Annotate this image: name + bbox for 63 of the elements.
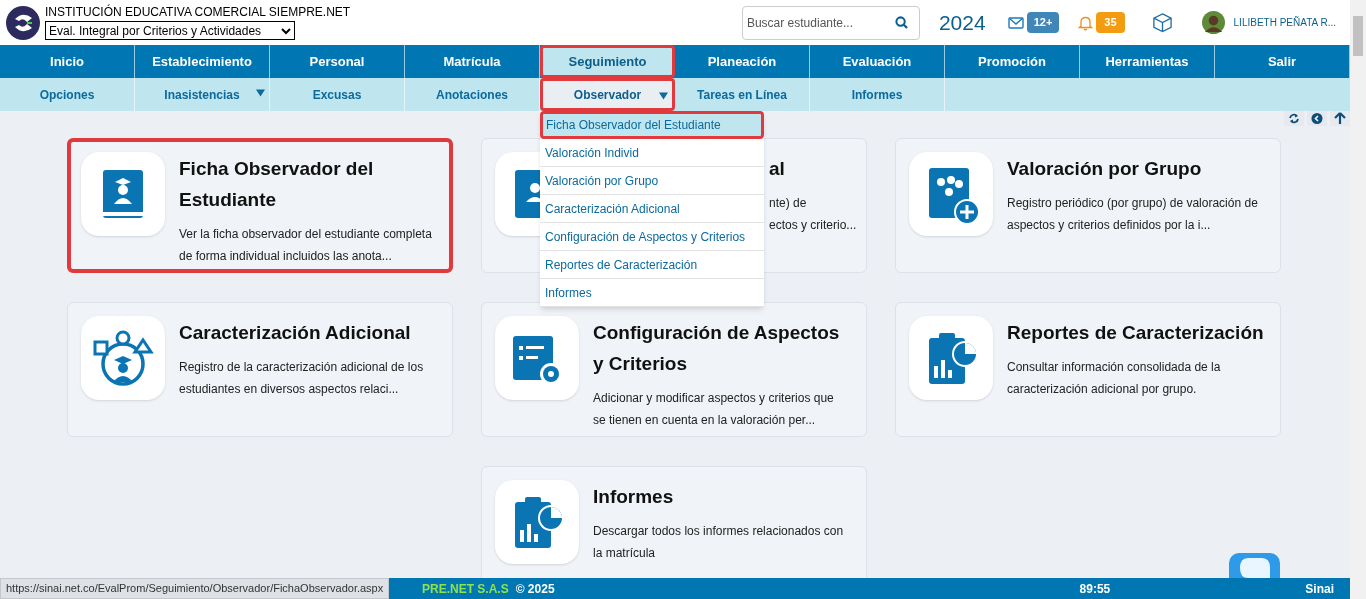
module-icon: [495, 316, 579, 400]
card-title: Caracterización Adicional: [179, 321, 412, 345]
cube-icon[interactable]: [1151, 12, 1173, 33]
module-icon: [81, 316, 165, 400]
module-card[interactable]: Ficha Observador del Estudiante Ver la ficha observador del estudiante completa de forma individual incluidos las anota...: [67, 138, 453, 273]
up-arrow-icon[interactable]: [1330, 111, 1350, 126]
module-icon: [909, 152, 993, 236]
module-card[interactable]: Configuración de Aspectos y Criterios Adicionar y modificar aspectos y criterios que se tienen en cuenta en la valoración per...: [481, 302, 867, 437]
card-description: Registro de la caracterización adicional de los estudiantes en diversos aspectos relaci...: [179, 359, 424, 398]
dropdown-item[interactable]: Reportes de Caracterización: [540, 251, 764, 279]
module-card[interactable]: Caracterización Adicional Registro de la caracterización adicional de los estudiantes en diversos aspectos relaci...: [67, 302, 453, 437]
dropdown-item[interactable]: Informes: [540, 279, 764, 307]
card-title: Informes: [593, 485, 675, 509]
card-title: Configuración de Aspectos y Criterios: [593, 321, 841, 376]
back-icon[interactable]: [1307, 111, 1327, 126]
company-name: PRE.NET S.A.S: [422, 580, 509, 598]
card-description: Ver la ficha observador del estudiante completa de forma individual incluidos las anota...: [179, 226, 433, 265]
card-description: nte) de ectos y criterio...: [769, 195, 857, 234]
card-description: Descargar todos los informes relacionados con la matrícula: [593, 523, 844, 562]
dropdown-item[interactable]: Caracterización Adicional: [540, 195, 764, 223]
module-icon: [909, 316, 993, 400]
module-card[interactable]: Informes Descargar todos los informes relacionados con la matrícula: [481, 466, 867, 578]
nav-tab[interactable]: Seguimiento: [540, 45, 675, 78]
subnav-tab[interactable]: Informes: [810, 78, 945, 111]
year-label: 2024: [938, 9, 986, 36]
copyright-text: © 2025: [515, 580, 555, 598]
footer-logo: Sinai: [1305, 580, 1334, 598]
card-description: Consultar información consolidada de la caracterización adicional por grupo.: [1007, 359, 1222, 398]
chevron-down-icon: [281, 25, 291, 36]
dropdown-item[interactable]: Valoración por Grupo: [540, 167, 764, 195]
subnav-tab[interactable]: Opciones: [0, 78, 135, 111]
card-title: Ficha Observador del Estudiante: [179, 157, 375, 212]
subnav-tab[interactable]: Excusas: [270, 78, 405, 111]
module-icon: [495, 480, 579, 564]
subnav-tab[interactable]: Observador: [540, 78, 675, 111]
card-title: al: [769, 157, 786, 181]
search-icon[interactable]: [894, 15, 908, 29]
dropdown-item[interactable]: Ficha Observador del Estudiante: [540, 111, 764, 139]
chat-bubble-icon: [1239, 558, 1270, 578]
session-timer: 89:55: [1079, 580, 1111, 598]
dropdown-item[interactable]: Valoración Individ: [540, 139, 764, 167]
card-description: Adicionar y modificar aspectos y criterios que se tienen en cuenta en la valoración per...: [593, 390, 835, 429]
module-select[interactable]: Eval. Integral por Criterios y Actividades: [45, 21, 295, 40]
module-card[interactable]: Reportes de Caracterización Consultar información consolidada de la caracterización adicional por grupo.: [895, 302, 1281, 437]
card-title: Reportes de Caracterización: [1007, 321, 1264, 345]
message-count-badge: 12+: [1026, 12, 1060, 33]
module-icon: [81, 152, 165, 236]
mail-icon[interactable]: [1007, 16, 1024, 29]
subnav-tab[interactable]: Inasistencias: [135, 78, 270, 111]
card-title: Valoración por Grupo: [1007, 157, 1203, 181]
card-description: Registro periódico (por grupo) de valoración de aspectos y criterios definidos por la i...: [1007, 195, 1258, 234]
module-card[interactable]: Valoración por Grupo Registro periódico (por grupo) de valoración de aspectos y criterios definidos por la i...: [895, 138, 1281, 273]
search-field[interactable]: Buscar estudiante...: [741, 5, 920, 40]
status-url: https://sinai.net.co/EvalProm/Seguimiento/Observador/FichaObservador.aspx: [0, 578, 390, 599]
user-name[interactable]: LILIBETH PEÑATA R...: [1233, 15, 1336, 30]
chat-button[interactable]: [1229, 553, 1280, 578]
refresh-icon[interactable]: [1284, 111, 1304, 126]
logo-icon: [5, 4, 41, 41]
notification-count-badge: 35: [1096, 12, 1125, 33]
dropdown-item[interactable]: Configuración de Aspectos y Criterios: [540, 223, 764, 251]
scrollbar[interactable]: [1350, 0, 1366, 599]
institution-name: INSTITUCIÓN EDUCATIVA COMERCIAL SIEMPRE.NET: [45, 5, 351, 20]
user-avatar[interactable]: [1201, 11, 1225, 34]
